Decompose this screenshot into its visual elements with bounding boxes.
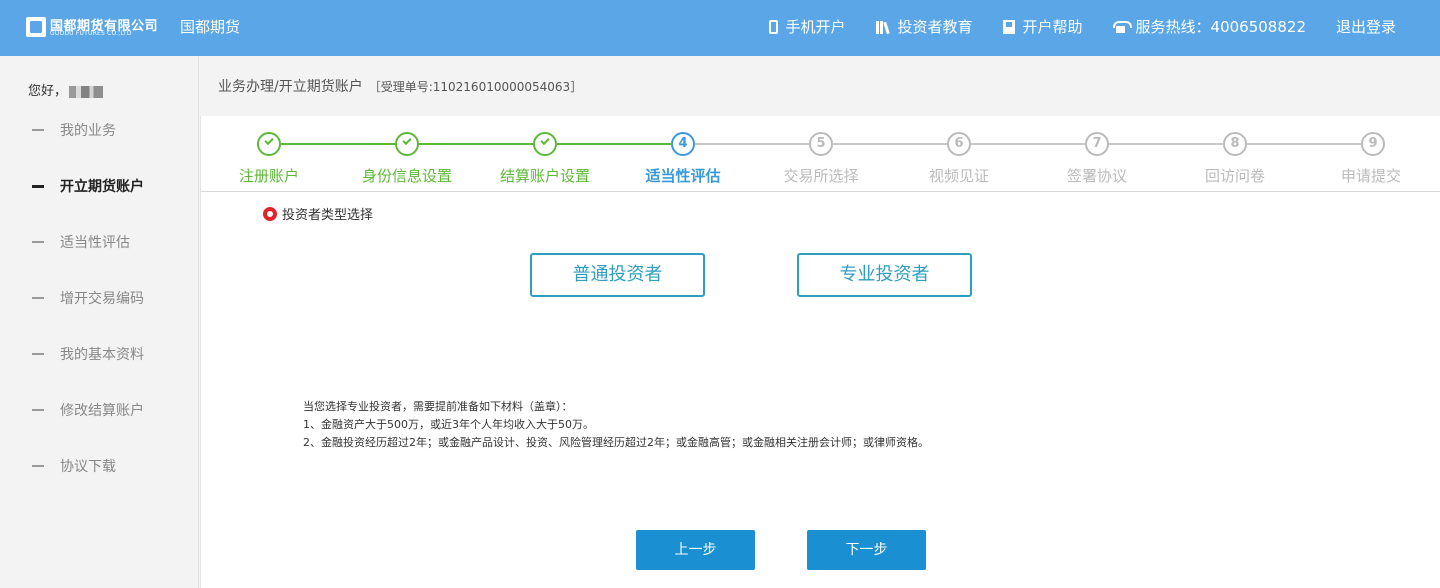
- step-connector: [695, 143, 809, 145]
- main-top-bar: 业务办理/开立期货账户 ［受理单号:110216010000054063］: [200, 56, 1440, 116]
- step-connector: [1109, 143, 1223, 145]
- user-greeting: 您好，: [28, 80, 104, 99]
- books-icon: [875, 20, 890, 34]
- masked-username: [69, 85, 104, 98]
- sidebar-item-add-trading-code[interactable]: 增开交易编码: [32, 288, 144, 308]
- sidebar-item-label: 我的业务: [60, 123, 116, 139]
- step-2-check-icon: [395, 132, 419, 156]
- professional-requirements-notes: 当您选择专业投资者，需要提前准备如下材料（盖章）： 1、金融资产大于500万，或…: [303, 398, 929, 452]
- logo-mark-icon: [26, 17, 46, 37]
- sidebar-item-open-account[interactable]: 开立期货账户: [32, 176, 144, 196]
- sidebar-item-agreement-download[interactable]: 协议下载: [32, 456, 116, 476]
- nav-open-help[interactable]: 开户帮助: [1002, 16, 1083, 37]
- step-4-number: 4: [671, 132, 695, 156]
- nav-hotline: 服务热线：4006508822: [1112, 16, 1306, 37]
- telephone-icon: [1112, 20, 1132, 33]
- step-connector: [1247, 143, 1361, 145]
- nav-label: 退出登录: [1335, 18, 1396, 36]
- step-7-number: 7: [1085, 132, 1109, 156]
- nav-mobile-open[interactable]: 手机开户: [768, 16, 846, 37]
- ordinary-investor-button[interactable]: 普通投资者: [530, 253, 705, 297]
- dash-icon: [32, 297, 44, 299]
- help-book-icon: [1002, 19, 1015, 34]
- sidebar-item-label: 修改结算账户: [60, 403, 144, 419]
- dash-icon: [32, 465, 44, 467]
- step-1-label: 注册账户: [238, 167, 300, 185]
- sidebar-item-settlement-account[interactable]: 修改结算账户: [32, 400, 144, 420]
- step-8-number: 8: [1223, 132, 1247, 156]
- top-header: 国都期货有限公司 GUODU FUTURES CO.,LTD 国都期货 手机开户…: [0, 0, 1440, 56]
- sidebar-item-basic-info[interactable]: 我的基本资料: [32, 344, 144, 364]
- brand-link[interactable]: 国都期货: [180, 16, 240, 37]
- progress-steps: 4 5 6 7 8 9 注册账户 身份信息设置 结算账户设置 适当性评估 交易所…: [201, 116, 1440, 192]
- professional-investor-button[interactable]: 专业投资者: [797, 253, 972, 297]
- sidebar-item-label: 开立期货账户: [60, 179, 144, 195]
- step-1-check-icon: [257, 132, 281, 156]
- section-title-text: 投资者类型选择: [282, 208, 374, 223]
- sidebar-item-label: 协议下载: [60, 459, 116, 475]
- step-6-label: 视频见证: [928, 167, 990, 185]
- dash-icon: [32, 184, 44, 188]
- sidebar: 您好， 我的业务 开立期货账户 适当性评估 增开交易编码 我的基本资料 修改结算…: [0, 56, 199, 588]
- company-logo[interactable]: 国都期货有限公司 GUODU FUTURES CO.,LTD: [26, 15, 158, 41]
- step-connector: [419, 143, 533, 145]
- nav-investor-education[interactable]: 投资者教育: [875, 16, 973, 37]
- step-3-label: 结算账户设置: [499, 167, 591, 185]
- sidebar-item-label: 适当性评估: [60, 235, 130, 251]
- step-9-label: 申请提交: [1340, 167, 1402, 185]
- step-2-label: 身份信息设置: [361, 167, 453, 185]
- logout-link[interactable]: 退出登录: [1336, 16, 1396, 37]
- step-connector: [557, 143, 671, 145]
- radio-bullet-icon: [263, 206, 277, 221]
- step-3-check-icon: [533, 132, 557, 156]
- step-connector: [833, 143, 947, 145]
- investor-type-heading: 投资者类型选择: [263, 204, 373, 223]
- dash-icon: [32, 129, 44, 131]
- step-8-label: 回访问卷: [1204, 167, 1266, 185]
- nav-label: 投资者教育: [897, 18, 973, 36]
- step-5-label: 交易所选择: [783, 167, 859, 185]
- logo-en-text: GUODU FUTURES CO.,LTD: [50, 30, 132, 37]
- step-6-number: 6: [947, 132, 971, 156]
- nav-label: 开户帮助: [1022, 18, 1083, 36]
- greeting-text: 您好，: [28, 84, 68, 99]
- step-connector: [971, 143, 1085, 145]
- dash-icon: [32, 353, 44, 355]
- step-5-number: 5: [809, 132, 833, 156]
- main-panel: 4 5 6 7 8 9 注册账户 身份信息设置 结算账户设置 适当性评估 交易所…: [200, 116, 1440, 588]
- phone-icon: [768, 19, 778, 34]
- step-4-label: 适当性评估: [645, 167, 721, 185]
- next-step-button[interactable]: 下一步: [807, 530, 926, 570]
- step-connector: [281, 143, 395, 145]
- sidebar-item-suitability[interactable]: 适当性评估: [32, 232, 130, 252]
- order-number: ［受理单号:110216010000054063］: [368, 80, 583, 94]
- header-nav: 手机开户 投资者教育 开户帮助 服务热线：4006508822 退出登录: [768, 16, 1396, 37]
- nav-label: 手机开户: [785, 18, 846, 36]
- prev-step-button[interactable]: 上一步: [636, 530, 755, 570]
- note-line: 当您选择专业投资者，需要提前准备如下材料（盖章）：: [303, 400, 573, 413]
- dash-icon: [32, 409, 44, 411]
- step-9-number: 9: [1361, 132, 1385, 156]
- dash-icon: [32, 241, 44, 243]
- breadcrumb: 业务办理/开立期货账户 ［受理单号:110216010000054063］: [218, 76, 582, 96]
- sidebar-item-label: 增开交易编码: [60, 291, 144, 307]
- breadcrumb-path: 业务办理/开立期货账户: [218, 79, 363, 95]
- note-line: 1、金融资产大于500万，或近3年个人年均收入大于50万。: [303, 418, 594, 431]
- sidebar-item-my-business[interactable]: 我的业务: [32, 120, 116, 140]
- note-line: 2、金融投资经历超过2年；或金融产品设计、投资、风险管理经历超过2年；或金融高管…: [303, 436, 929, 449]
- sidebar-item-label: 我的基本资料: [60, 347, 144, 363]
- nav-label: 服务热线：4006508822: [1135, 18, 1306, 36]
- step-7-label: 签署协议: [1066, 167, 1128, 185]
